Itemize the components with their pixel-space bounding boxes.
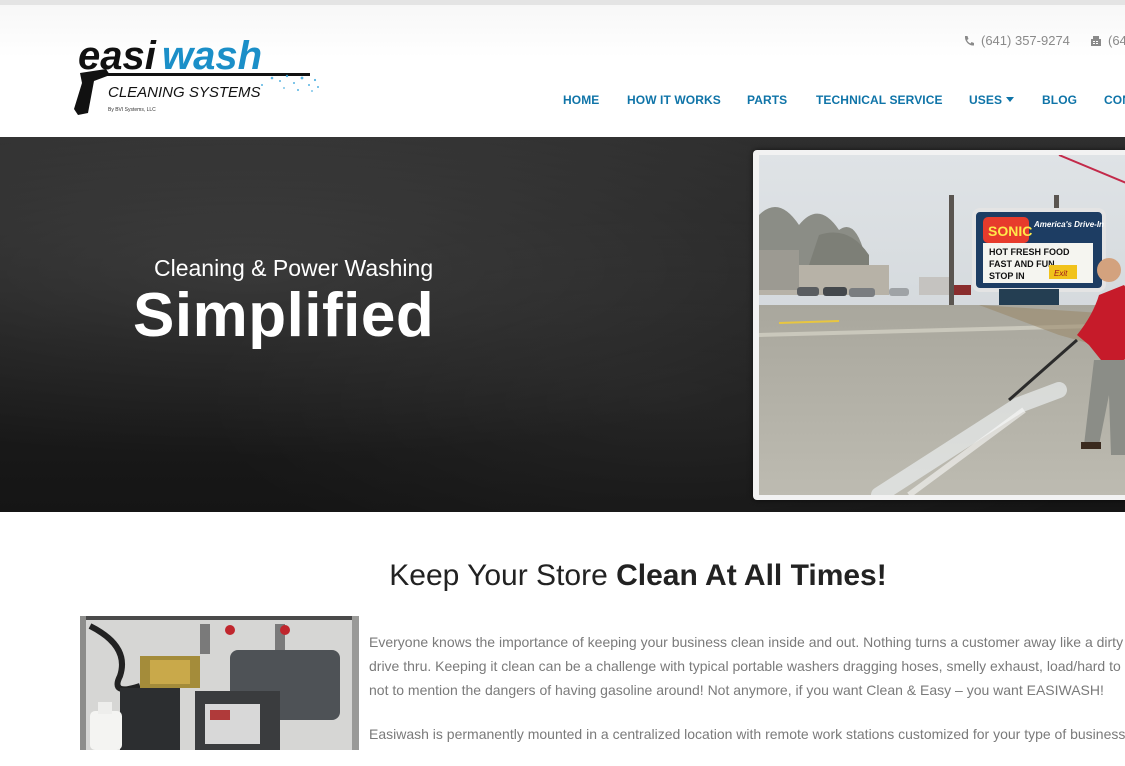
nav-contact[interactable]: CON xyxy=(1104,93,1125,107)
section-title-light: Keep Your Store xyxy=(389,558,617,592)
intro-paragraph-2: Easiwash is permanently mounted in a cen… xyxy=(369,722,1125,746)
svg-text:wash: wash xyxy=(162,34,262,78)
section-title: Keep Your Store Clean At All Times! xyxy=(0,559,1125,593)
caret-down-icon xyxy=(1006,97,1015,102)
phone-number: (641) 357-9274 xyxy=(981,33,1070,48)
site-header: easi wash CLEANING SYSTEMS By BVI System… xyxy=(0,5,1125,137)
svg-text:FAST AND FUN: FAST AND FUN xyxy=(989,259,1055,269)
hero-photo: SONIC America's Drive-In HOT FRESH FOOD … xyxy=(753,150,1125,500)
nav-parts[interactable]: PARTS xyxy=(747,93,787,107)
nav-blog[interactable]: BLOG xyxy=(1042,93,1077,107)
hero-subtitle: Cleaning & Power Washing xyxy=(154,255,434,281)
hero-title: Simplified xyxy=(133,281,435,350)
equipment-photo xyxy=(80,616,359,750)
nav-home[interactable]: HOME xyxy=(563,93,599,107)
fax-icon xyxy=(1090,35,1102,47)
svg-text:America's Drive-In: America's Drive-In xyxy=(1033,220,1104,229)
svg-text:HOT FRESH FOOD: HOT FRESH FOOD xyxy=(989,247,1070,257)
svg-text:easi: easi xyxy=(78,34,157,78)
intro-paragraph-1: Everyone knows the importance of keeping… xyxy=(369,630,1125,702)
power-washing-photo: SONIC America's Drive-In HOT FRESH FOOD … xyxy=(759,155,1125,495)
main-nav: HOME HOW IT WORKS PARTS TECHNICAL SERVIC… xyxy=(0,93,1125,113)
phone-contact[interactable]: (641) 357-9274 xyxy=(963,33,1070,48)
section-title-bold: Clean At All Times! xyxy=(616,558,887,592)
nav-how-it-works[interactable]: HOW IT WORKS xyxy=(627,93,721,107)
svg-text:Exit: Exit xyxy=(1054,269,1068,278)
intro-line: not to mention the dangers of having gas… xyxy=(369,682,1104,698)
nav-technical-service[interactable]: TECHNICAL SERVICE xyxy=(816,93,943,107)
hero-banner: Cleaning & Power Washing Simplified SONI… xyxy=(0,137,1125,512)
intro-copy: Everyone knows the importance of keeping… xyxy=(369,630,1125,766)
intro-line: Easiwash is permanently mounted in a cen… xyxy=(369,726,1125,742)
nav-uses-label: USES xyxy=(969,93,1003,107)
fax-contact[interactable]: (64 xyxy=(1090,33,1125,48)
svg-text:STOP IN: STOP IN xyxy=(989,271,1025,281)
nav-uses[interactable]: USES xyxy=(969,93,1015,107)
intro-line: drive thru. Keeping it clean can be a ch… xyxy=(369,658,1125,674)
svg-text:SONIC: SONIC xyxy=(988,223,1032,239)
phone-icon xyxy=(963,35,975,47)
fax-number: (64 xyxy=(1108,33,1125,48)
intro-line: Everyone knows the importance of keeping… xyxy=(369,634,1124,650)
